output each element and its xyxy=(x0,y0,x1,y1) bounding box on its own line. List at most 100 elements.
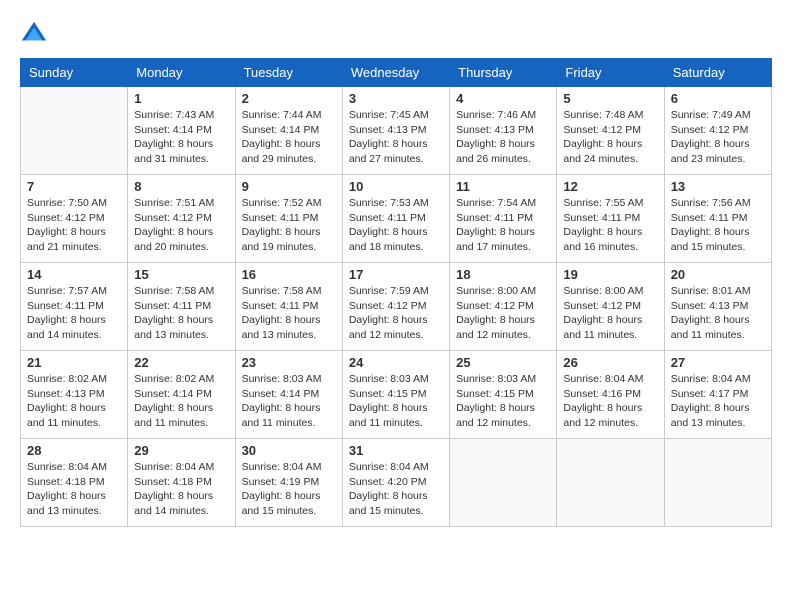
table-row: 12 Sunrise: 7:55 AMSunset: 4:11 PMDayligh… xyxy=(557,175,664,263)
table-row: 15Sunrise: 7:58 AMSunset: 4:11 PMDayligh… xyxy=(128,263,235,351)
table-row: 18Sunrise: 8:00 AMSunset: 4:12 PMDayligh… xyxy=(450,263,557,351)
calendar-header-row: Sunday Monday Tuesday Wednesday Thursday… xyxy=(21,59,772,87)
day-number: 12 xyxy=(563,179,657,194)
sunset-text: Sunset: 4:11 PM xyxy=(242,299,336,314)
sunrise-text: Sunrise: 7:53 AM xyxy=(349,196,443,211)
daylight-text: Daylight: 8 hours and 31 minutes. xyxy=(134,137,228,166)
day-number: 30 xyxy=(242,443,336,458)
day-info: Sunrise: 8:02 AMSunset: 4:13 PMDaylight:… xyxy=(27,372,121,431)
day-info: Sunrise: 8:00 AMSunset: 4:12 PMDaylight:… xyxy=(563,284,657,343)
daylight-text: Daylight: 8 hours and 15 minutes. xyxy=(671,225,765,254)
day-number: 11 xyxy=(456,179,550,194)
table-row xyxy=(450,439,557,527)
daylight-text: Daylight: 8 hours and 21 minutes. xyxy=(27,225,121,254)
day-number: 29 xyxy=(134,443,228,458)
sunset-text: Sunset: 4:11 PM xyxy=(242,211,336,226)
day-number: 2 xyxy=(242,91,336,106)
day-number: 17 xyxy=(349,267,443,282)
sunrise-text: Sunrise: 8:02 AM xyxy=(27,372,121,387)
header-wednesday: Wednesday xyxy=(342,59,449,87)
calendar-week-row: 28Sunrise: 8:04 AMSunset: 4:18 PMDayligh… xyxy=(21,439,772,527)
sunset-text: Sunset: 4:13 PM xyxy=(456,123,550,138)
sunset-text: Sunset: 4:13 PM xyxy=(671,299,765,314)
sunrise-text: Sunrise: 7:56 AM xyxy=(671,196,765,211)
table-row: 20Sunrise: 8:01 AMSunset: 4:13 PMDayligh… xyxy=(664,263,771,351)
table-row: 16Sunrise: 7:58 AMSunset: 4:11 PMDayligh… xyxy=(235,263,342,351)
daylight-text: Daylight: 8 hours and 11 minutes. xyxy=(349,401,443,430)
daylight-text: Daylight: 8 hours and 12 minutes. xyxy=(349,313,443,342)
sunset-text: Sunset: 4:11 PM xyxy=(456,211,550,226)
day-info: Sunrise: 7:55 AMSunset: 4:11 PMDaylight:… xyxy=(563,196,657,255)
table-row: 31Sunrise: 8:04 AMSunset: 4:20 PMDayligh… xyxy=(342,439,449,527)
sunset-text: Sunset: 4:14 PM xyxy=(134,387,228,402)
header-friday: Friday xyxy=(557,59,664,87)
sunset-text: Sunset: 4:12 PM xyxy=(27,211,121,226)
table-row: 21Sunrise: 8:02 AMSunset: 4:13 PMDayligh… xyxy=(21,351,128,439)
sunset-text: Sunset: 4:17 PM xyxy=(671,387,765,402)
sunrise-text: Sunrise: 8:01 AM xyxy=(671,284,765,299)
table-row: 9Sunrise: 7:52 AMSunset: 4:11 PMDaylight… xyxy=(235,175,342,263)
day-number: 27 xyxy=(671,355,765,370)
day-number: 16 xyxy=(242,267,336,282)
sunrise-text: Sunrise: 7:58 AM xyxy=(134,284,228,299)
header-saturday: Saturday xyxy=(664,59,771,87)
logo-icon xyxy=(20,20,48,48)
sunrise-text: Sunrise: 7:46 AM xyxy=(456,108,550,123)
sunrise-text: Sunrise: 8:04 AM xyxy=(671,372,765,387)
day-number: 5 xyxy=(563,91,657,106)
table-row: 19 Sunrise: 8:00 AMSunset: 4:12 PMDayligh… xyxy=(557,263,664,351)
day-info: Sunrise: 7:57 AMSunset: 4:11 PMDaylight:… xyxy=(27,284,121,343)
day-number: 26 xyxy=(563,355,657,370)
calendar-week-row: 7Sunrise: 7:50 AMSunset: 4:12 PMDaylight… xyxy=(21,175,772,263)
table-row: 4Sunrise: 7:46 AMSunset: 4:13 PMDaylight… xyxy=(450,87,557,175)
table-row: 25Sunrise: 8:03 AMSunset: 4:15 PMDayligh… xyxy=(450,351,557,439)
table-row: 3Sunrise: 7:45 AMSunset: 4:13 PMDaylight… xyxy=(342,87,449,175)
daylight-text: Daylight: 8 hours and 15 minutes. xyxy=(349,489,443,518)
day-info: Sunrise: 7:48 AMSunset: 4:12 PMDaylight:… xyxy=(563,108,657,167)
sunset-text: Sunset: 4:12 PM xyxy=(349,299,443,314)
sunset-text: Sunset: 4:14 PM xyxy=(242,387,336,402)
table-row: 26 Sunrise: 8:04 AMSunset: 4:16 PMDayligh… xyxy=(557,351,664,439)
daylight-text: Daylight: 8 hours and 11 minutes. xyxy=(242,401,336,430)
day-info: Sunrise: 7:46 AMSunset: 4:13 PMDaylight:… xyxy=(456,108,550,167)
table-row xyxy=(664,439,771,527)
daylight-text: Daylight: 8 hours and 13 minutes. xyxy=(671,401,765,430)
day-number: 3 xyxy=(349,91,443,106)
daylight-text: Daylight: 8 hours and 13 minutes. xyxy=(242,313,336,342)
sunset-text: Sunset: 4:12 PM xyxy=(563,123,657,138)
sunset-text: Sunset: 4:13 PM xyxy=(27,387,121,402)
daylight-text: Daylight: 8 hours and 14 minutes. xyxy=(134,489,228,518)
day-info: Sunrise: 8:04 AMSunset: 4:18 PMDaylight:… xyxy=(27,460,121,519)
sunrise-text: Sunrise: 8:04 AM xyxy=(242,460,336,475)
table-row: 1 Sunrise: 7:43 AMSunset: 4:14 PMDaylight… xyxy=(128,87,235,175)
table-row: 17 Sunrise: 7:59 AMSunset: 4:12 PMDayligh… xyxy=(342,263,449,351)
table-row: 23 Sunrise: 8:03 AMSunset: 4:14 PMDayligh… xyxy=(235,351,342,439)
table-row: 2Sunrise: 7:44 AMSunset: 4:14 PMDaylight… xyxy=(235,87,342,175)
sunrise-text: Sunrise: 8:00 AM xyxy=(563,284,657,299)
sunrise-text: Sunrise: 8:04 AM xyxy=(563,372,657,387)
day-number: 23 xyxy=(242,355,336,370)
daylight-text: Daylight: 8 hours and 19 minutes. xyxy=(242,225,336,254)
daylight-text: Daylight: 8 hours and 12 minutes. xyxy=(563,401,657,430)
day-info: Sunrise: 8:04 AMSunset: 4:17 PMDaylight:… xyxy=(671,372,765,431)
sunset-text: Sunset: 4:20 PM xyxy=(349,475,443,490)
table-row: 8Sunrise: 7:51 AMSunset: 4:12 PMDaylight… xyxy=(128,175,235,263)
day-number: 28 xyxy=(27,443,121,458)
header-monday: Monday xyxy=(128,59,235,87)
day-info: Sunrise: 7:58 AMSunset: 4:11 PMDaylight:… xyxy=(134,284,228,343)
day-number: 19 xyxy=(563,267,657,282)
sunset-text: Sunset: 4:16 PM xyxy=(563,387,657,402)
day-number: 1 xyxy=(134,91,228,106)
calendar-week-row: 21Sunrise: 8:02 AMSunset: 4:13 PMDayligh… xyxy=(21,351,772,439)
sunset-text: Sunset: 4:12 PM xyxy=(456,299,550,314)
day-number: 22 xyxy=(134,355,228,370)
day-number: 6 xyxy=(671,91,765,106)
table-row: 27 Sunrise: 8:04 AMSunset: 4:17 PMDayligh… xyxy=(664,351,771,439)
sunrise-text: Sunrise: 8:03 AM xyxy=(242,372,336,387)
day-info: Sunrise: 7:52 AMSunset: 4:11 PMDaylight:… xyxy=(242,196,336,255)
sunset-text: Sunset: 4:18 PM xyxy=(134,475,228,490)
sunrise-text: Sunrise: 7:59 AM xyxy=(349,284,443,299)
day-info: Sunrise: 8:04 AMSunset: 4:18 PMDaylight:… xyxy=(134,460,228,519)
day-info: Sunrise: 7:43 AMSunset: 4:14 PMDaylight:… xyxy=(134,108,228,167)
sunset-text: Sunset: 4:11 PM xyxy=(134,299,228,314)
